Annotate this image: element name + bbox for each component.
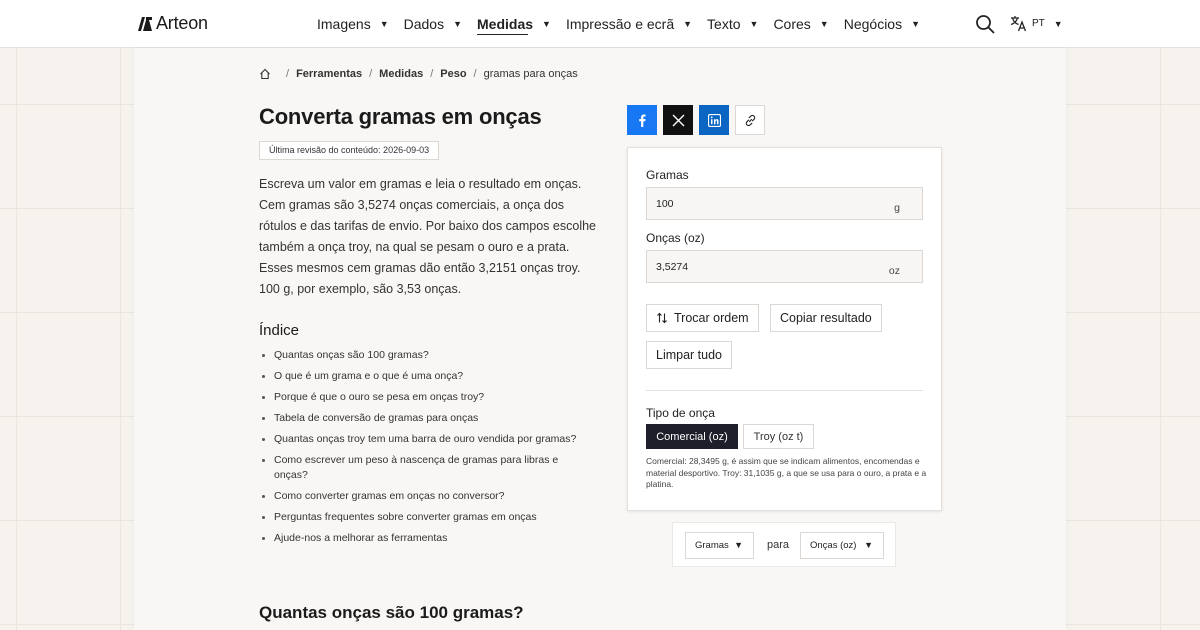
breadcrumb-item-peso[interactable]: Peso — [440, 68, 466, 80]
ounces-input[interactable] — [647, 251, 877, 282]
nav-label: Medidas — [477, 16, 534, 32]
chevron-down-icon: ▼ — [819, 19, 829, 29]
ounces-field-wrapper: oz — [646, 250, 923, 283]
nav-label: Impressão e ecrã — [565, 16, 675, 32]
copy-link-button[interactable] — [735, 105, 765, 135]
clear-all-label: Limpar tudo — [656, 348, 723, 362]
to-unit-value: Onças (oz) — [810, 540, 857, 551]
chevron-down-icon: ▼ — [734, 540, 743, 550]
breadcrumb-item-medidas[interactable]: Medidas — [379, 68, 423, 80]
nav-item-negocios[interactable]: Negócios ▼ — [844, 0, 920, 48]
search-icon[interactable] — [975, 14, 995, 34]
linkedin-icon — [707, 113, 721, 127]
breadcrumb-separator: / — [473, 68, 477, 80]
intro-paragraph: Escreva um valor em gramas e leia o resu… — [259, 177, 596, 296]
toc-title: Índice — [259, 322, 300, 339]
from-unit-value: Gramas — [695, 540, 729, 551]
chevron-down-icon: ▼ — [864, 540, 873, 550]
main-nav: Imagens ▼ Dados ▼ Medidas ▼ Impressão e … — [317, 0, 935, 48]
nav-item-medidas[interactable]: Medidas ▼ — [477, 0, 551, 48]
clear-all-button[interactable]: Limpar tudo — [646, 341, 733, 369]
breadcrumb-separator: / — [369, 68, 373, 80]
unit-connector: para — [767, 539, 790, 551]
toc-item[interactable]: Tabela de conversão de gramas para onças — [259, 411, 609, 426]
ounce-type-label: Tipo de onça — [646, 406, 715, 420]
nav-item-impressao[interactable]: Impressão e ecrã ▼ — [566, 0, 692, 48]
share-buttons — [627, 105, 771, 135]
toc-item[interactable]: Porque é que o ouro se pesa em onças tro… — [259, 390, 609, 405]
nav-label: Imagens — [317, 16, 371, 32]
chevron-down-icon: ▼ — [1053, 18, 1063, 29]
share-x-button[interactable] — [663, 105, 693, 135]
home-icon[interactable] — [259, 68, 271, 80]
swap-order-label: Trocar ordem — [674, 311, 749, 325]
from-unit-select[interactable]: Gramas ▼ — [685, 532, 754, 559]
breadcrumb-separator: / — [286, 68, 290, 80]
breadcrumb: / Ferramentas / Medidas / Peso / gramas … — [259, 68, 578, 80]
ounces-label: Onças (oz) — [646, 231, 705, 245]
swap-icon — [657, 312, 667, 324]
section-heading: Quantas onças são 100 gramas? — [259, 603, 524, 622]
facebook-icon — [638, 114, 646, 127]
nav-item-dados[interactable]: Dados ▼ — [404, 0, 462, 48]
nav-label: Negócios — [843, 16, 903, 32]
ounce-type-commercial-option[interactable]: Comercial (oz) — [646, 424, 738, 449]
nav-item-imagens[interactable]: Imagens ▼ — [317, 0, 389, 48]
toc-item[interactable]: Como escrever um peso à nascença de gram… — [259, 453, 569, 483]
share-facebook-button[interactable] — [627, 105, 657, 135]
toc-item[interactable]: Quantas onças são 100 gramas? — [259, 348, 609, 363]
x-icon — [672, 114, 684, 126]
grams-label: Gramas — [646, 168, 689, 182]
logo-mark-icon — [138, 16, 152, 31]
chevron-down-icon: ▼ — [379, 19, 389, 29]
ounce-type-note: Comercial: 28,3495 g, é assim que se ind… — [646, 456, 927, 489]
language-label: PT — [1032, 18, 1045, 29]
chevron-down-icon: ▼ — [542, 19, 551, 29]
ounce-type-troy-option[interactable]: Troy (oz t) — [743, 424, 814, 449]
logo-text: Arteon — [156, 13, 208, 33]
card-divider — [646, 390, 923, 391]
nav-label: Dados — [403, 16, 445, 32]
breadcrumb-current: gramas para onças — [483, 68, 578, 80]
grams-input[interactable] — [647, 188, 877, 219]
translate-icon — [1010, 16, 1027, 32]
grams-field-wrapper: g — [646, 187, 923, 220]
nav-item-texto[interactable]: Texto ▼ — [707, 0, 758, 48]
swap-order-button[interactable]: Trocar ordem — [646, 304, 759, 332]
breadcrumb-separator: / — [430, 68, 434, 80]
chevron-down-icon: ▼ — [453, 19, 463, 29]
top-navigation-bar: Arteon Imagens ▼ Dados ▼ Medidas ▼ Impre… — [0, 0, 1200, 48]
nav-label: Texto — [707, 16, 741, 32]
nav-label: Cores — [773, 16, 811, 32]
toc-item[interactable]: Perguntas frequentes sobre converter gra… — [259, 510, 609, 525]
copy-result-label: Copiar resultado — [780, 311, 872, 325]
chevron-down-icon: ▼ — [749, 19, 759, 29]
to-unit-select[interactable]: Onças (oz) ▼ — [800, 532, 884, 559]
toc-item[interactable]: Quantas onças troy tem uma barra de ouro… — [259, 432, 609, 447]
breadcrumb-item-ferramentas[interactable]: Ferramentas — [296, 68, 362, 80]
copy-result-button[interactable]: Copiar resultado — [770, 304, 882, 332]
revision-badge: Última revisão do conteúdo: 2026-09-03 — [259, 141, 440, 160]
language-switcher[interactable]: PT ▼ — [1010, 15, 1063, 32]
toc-item[interactable]: Como converter gramas em onças no conver… — [259, 489, 609, 504]
chevron-down-icon: ▼ — [911, 19, 921, 29]
link-icon — [745, 114, 755, 126]
chevron-down-icon: ▼ — [683, 19, 693, 29]
ounces-unit: oz — [888, 265, 900, 277]
share-linkedin-button[interactable] — [699, 105, 729, 135]
grams-unit: g — [894, 202, 900, 214]
toc-item[interactable]: O que é um grama e o que é uma onça? — [259, 369, 609, 384]
toc-item[interactable]: Ajude-nos a melhorar as ferramentas — [259, 531, 609, 546]
logo[interactable]: Arteon — [137, 13, 208, 34]
page-title: Converta gramas em onças — [259, 104, 542, 129]
table-of-contents: Quantas onças são 100 gramas? O que é um… — [259, 348, 609, 552]
unit-selector-bar: Gramas ▼ para Onças (oz) ▼ — [672, 522, 896, 567]
nav-item-cores[interactable]: Cores ▼ — [773, 0, 828, 48]
converter-card: Gramas g Onças (oz) oz Trocar ordem Copi… — [627, 147, 942, 511]
